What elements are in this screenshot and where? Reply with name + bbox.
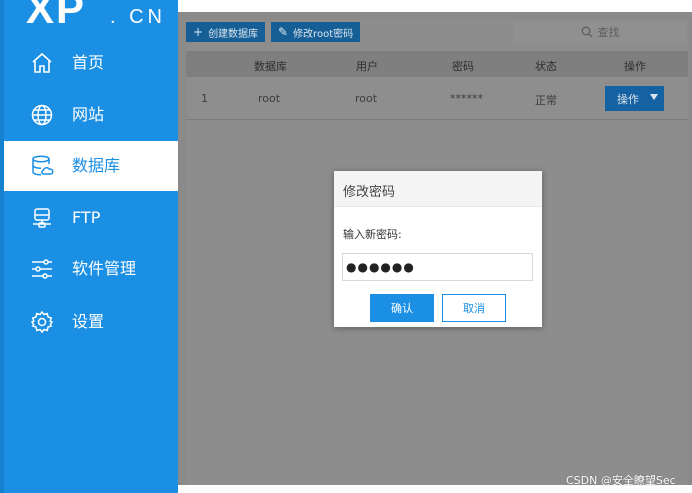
sidebar-item-label: 网站 <box>72 105 105 124</box>
change-password-dialog: 修改密码 输入新密码: <box>334 171 542 327</box>
sidebar-item-label: 数据库 <box>72 156 121 175</box>
row-action-dropdown[interactable]: 操作 <box>605 86 664 111</box>
sidebar-item-software[interactable]: 软件管理 <box>4 244 178 294</box>
change-root-password-button[interactable]: ✎ 修改root密码 <box>271 22 361 42</box>
home-icon <box>30 51 54 75</box>
logo-mark: XP <box>26 0 87 32</box>
server-icon <box>30 206 54 230</box>
new-password-label: 输入新密码: <box>343 228 402 241</box>
new-password-input[interactable]: ●●●●●● <box>342 253 533 281</box>
search-icon <box>581 26 592 38</box>
change-root-password-label: 修改root密码 <box>293 28 354 40</box>
confirm-button[interactable]: 确认 <box>370 294 434 322</box>
sidebar-item-website[interactable]: 网站 <box>4 90 178 140</box>
column-header-password: 密码 <box>452 60 474 73</box>
create-database-button[interactable]: + 创建数据库 <box>186 22 266 42</box>
sidebar-item-label: 软件管理 <box>72 259 137 278</box>
row-password: ****** <box>450 92 483 105</box>
sidebar-item-label: 首页 <box>72 53 105 72</box>
sidebar-item-home[interactable]: 首页 <box>4 38 178 88</box>
column-header-action: 操作 <box>624 60 646 73</box>
sidebar-item-label: FTP <box>72 208 101 227</box>
database-icon <box>30 154 54 178</box>
logo-domain: . CN <box>110 6 166 28</box>
sidebar-item-ftp[interactable]: FTP <box>4 193 178 243</box>
create-database-label: 创建数据库 <box>208 28 259 40</box>
column-header-status: 状态 <box>535 60 557 73</box>
row-index: 1 <box>201 92 208 105</box>
main-top <box>178 0 692 12</box>
row-status: 正常 <box>535 94 557 107</box>
caret-down-icon <box>650 94 658 100</box>
row-user: root <box>355 92 378 105</box>
sidebar-item-database[interactable]: 数据库 <box>4 141 178 191</box>
table-header: 数据库 用户 密码 状态 操作 <box>186 51 688 77</box>
cancel-button[interactable]: 取消 <box>442 294 506 322</box>
column-header-user: 用户 <box>356 60 378 73</box>
sidebar-item-label: 设置 <box>72 312 105 331</box>
search-placeholder: 查找 <box>597 26 620 39</box>
gear-icon <box>30 310 54 334</box>
plus-icon: + <box>193 25 204 39</box>
dialog-title: 修改密码 <box>343 185 396 200</box>
globe-icon <box>30 103 54 127</box>
watermark: CSDN @安全瞭望Sec <box>566 474 676 487</box>
sidebar-item-settings[interactable]: 设置 <box>4 297 178 347</box>
row-database: root <box>258 92 281 105</box>
sliders-icon <box>30 257 54 281</box>
search-input[interactable]: 查找 <box>514 21 686 43</box>
column-header-database: 数据库 <box>254 60 287 73</box>
dialog-header: 修改密码 <box>334 171 542 207</box>
pencil-icon: ✎ <box>278 25 289 39</box>
row-action-label: 操作 <box>617 92 639 106</box>
